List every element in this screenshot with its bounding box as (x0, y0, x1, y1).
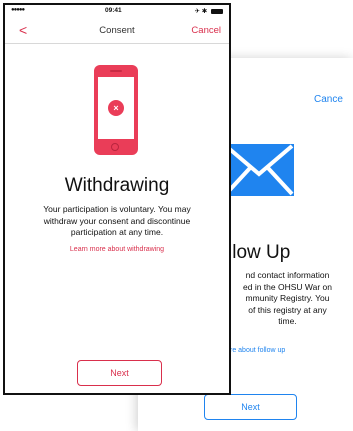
envelope-icon (224, 144, 294, 196)
body-line: Your participation is voluntary. You may (43, 204, 191, 214)
followup-learn-more-link[interactable]: re about follow up (230, 347, 285, 354)
navigation-bar: < Consent Cancel (5, 19, 229, 44)
cancel-button[interactable]: Cancel (191, 25, 221, 36)
location-bluetooth-icons: ✈ ✱ (194, 8, 208, 15)
device-home-button (111, 143, 119, 151)
followup-body-line: nd contact information (245, 270, 330, 280)
device-speaker (110, 70, 122, 72)
battery-icon (211, 8, 223, 14)
body-line: withdraw your consent and discontinue (43, 215, 191, 226)
signal-indicator: ●●●●● (11, 7, 25, 13)
followup-body-line: of this registry at any (248, 304, 327, 315)
body-text: Your participation is voluntary. You may… (9, 204, 225, 239)
page-title: Withdrawing (64, 175, 170, 196)
consent-screen: ●●●●● 09:41 ✈ ✱ < Consent Cancel × Withd… (3, 3, 231, 395)
followup-body-line: time. (278, 316, 297, 326)
status-bar: ●●●●● 09:41 ✈ ✱ (5, 5, 229, 17)
followup-next-button[interactable]: Next (204, 394, 297, 420)
device-screen: × (98, 77, 134, 139)
body-line: participation at any time. (70, 227, 164, 237)
followup-body: nd contact information ed in the OHSU Wa… (230, 270, 345, 328)
phone-with-x-icon: × (94, 65, 138, 155)
followup-body-line: mmunity Registry. You (245, 293, 330, 303)
status-time: 09:41 (105, 7, 122, 14)
status-icons: ✈ ✱ (194, 7, 223, 15)
followup-cancel-button[interactable]: Cance (314, 94, 343, 105)
x-circle-icon: × (108, 100, 124, 116)
next-button[interactable]: Next (77, 360, 162, 386)
followup-title: llow Up (228, 242, 291, 263)
learn-more-link[interactable]: Learn more about withdrawing (5, 246, 229, 253)
followup-body-line: ed in the OHSU War on (243, 281, 332, 292)
